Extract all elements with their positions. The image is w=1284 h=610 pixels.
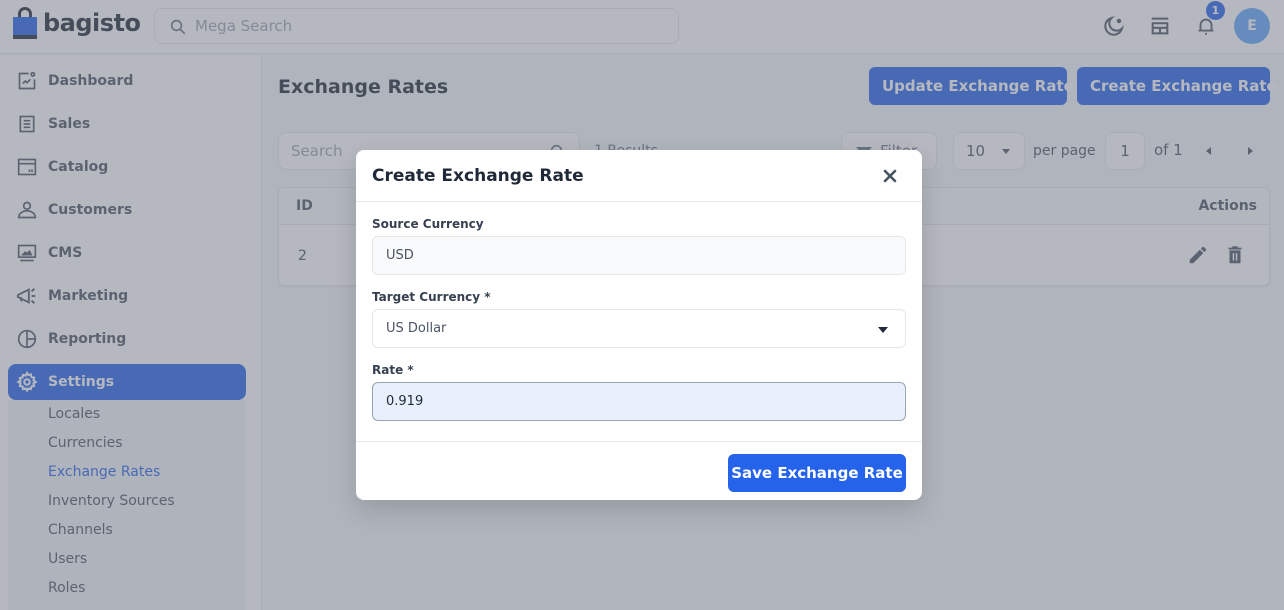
target-currency-value: US Dollar (386, 321, 447, 336)
save-exchange-rate-button[interactable]: Save Exchange Rate (728, 454, 906, 492)
rate-label: Rate * (372, 363, 414, 377)
modal-footer: Save Exchange Rate (356, 441, 922, 500)
close-icon[interactable] (882, 168, 898, 184)
chevron-down-icon (878, 327, 888, 333)
target-currency-label: Target Currency * (372, 290, 491, 304)
create-exchange-rate-modal: Create Exchange Rate Source Currency Tar… (356, 150, 922, 500)
modal-header: Create Exchange Rate (356, 150, 922, 202)
source-currency-label: Source Currency (372, 217, 484, 231)
target-currency-select[interactable]: US Dollar (372, 309, 906, 348)
rate-field[interactable] (372, 382, 906, 421)
source-currency-field[interactable] (372, 236, 906, 275)
modal-title: Create Exchange Rate (372, 166, 584, 186)
